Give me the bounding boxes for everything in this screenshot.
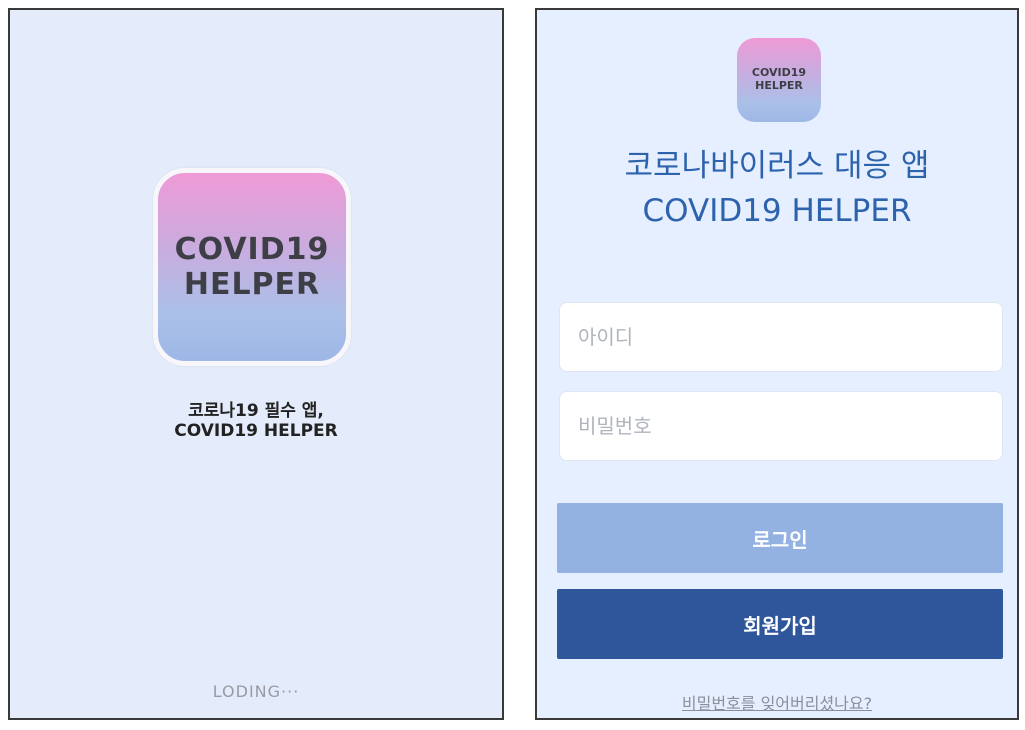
app-logo: COVID19 HELPER xyxy=(153,168,351,366)
logo-text-line1: COVID19 xyxy=(174,231,330,267)
loading-text: LODING··· xyxy=(212,682,300,701)
signup-button[interactable]: 회원가입 xyxy=(557,589,1003,659)
app-logo-small: COVID19 HELPER xyxy=(737,38,821,122)
login-title-line2: COVID19 HELPER xyxy=(642,193,912,229)
password-input[interactable] xyxy=(559,391,1003,461)
login-title-line1: 코로나바이러스 대응 앱 xyxy=(624,148,930,184)
splash-screen: COVID19 HELPER 코로나19 필수 앱, COVID19 HELPE… xyxy=(8,8,504,720)
splash-tagline-line1: 코로나19 필수 앱, xyxy=(188,401,324,421)
login-screen: COVID19 HELPER 코로나바이러스 대응 앱 COVID19 HELP… xyxy=(535,8,1019,720)
forgot-password-link[interactable]: 비밀번호를 잊어버리셨나요? xyxy=(537,690,1017,714)
id-input[interactable] xyxy=(559,302,1003,372)
login-button[interactable]: 로그인 xyxy=(557,503,1003,573)
logo-text-line2: HELPER xyxy=(755,79,803,92)
splash-tagline-line2: COVID19 HELPER xyxy=(174,421,338,441)
logo-text-line2: HELPER xyxy=(183,267,321,302)
